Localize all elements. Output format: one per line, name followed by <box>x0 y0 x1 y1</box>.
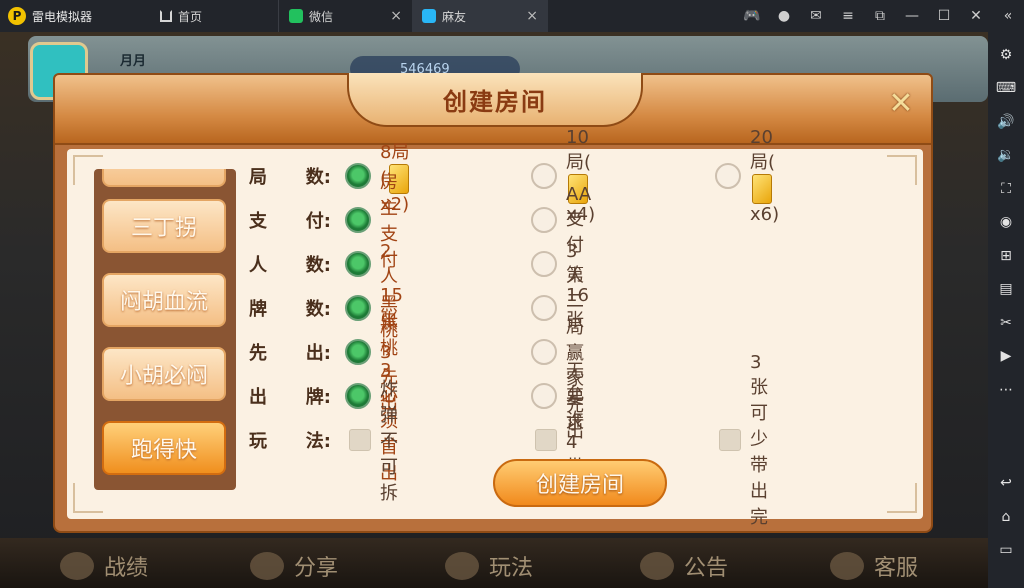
mode-button-xiaohu-bimen[interactable]: 小胡必闷 <box>102 347 226 401</box>
logo-icon: P <box>8 7 26 25</box>
row-label: 出牌: <box>249 387 331 408</box>
nav-label: 玩法 <box>489 556 534 581</box>
nav-label: 客服 <box>874 556 919 581</box>
nav-label: 公告 <box>684 556 729 581</box>
check-bomb-unsplittable[interactable]: 炸弹不可拆 <box>349 375 398 505</box>
settings-icon[interactable]: ⚙ <box>988 38 1024 72</box>
tab-wechat-label: 微信 <box>309 9 334 24</box>
row-label: 人数: <box>249 255 331 276</box>
nav-record[interactable]: 战绩 <box>60 550 148 582</box>
app-name: 雷电模拟器 <box>32 9 93 24</box>
checkbox[interactable] <box>349 429 371 451</box>
record-icon[interactable]: ◉ <box>988 206 1024 240</box>
mail-icon[interactable]: ✉ <box>800 8 832 24</box>
android-home-icon[interactable]: ⌂ <box>988 500 1024 534</box>
title-plate: 创建房间 <box>347 73 643 127</box>
checkbox[interactable] <box>719 429 741 451</box>
screenshot-icon[interactable]: ⛶ <box>988 172 1024 206</box>
account-icon[interactable]: ● <box>768 8 800 24</box>
add-window-icon[interactable]: ⊞ <box>988 239 1024 273</box>
bottom-nav: 战绩 分享 玩法 公告 客服 <box>0 538 988 588</box>
volume-down-icon[interactable]: 🔉 <box>988 139 1024 173</box>
row-label: 玩法: <box>249 431 331 452</box>
gamepad-icon[interactable]: 🎮 <box>736 8 768 24</box>
mode-button-sandingguai[interactable]: 三丁拐 <box>102 199 226 253</box>
keyboard-icon[interactable]: ⌨ <box>988 72 1024 106</box>
tab-mayou[interactable]: 麻友 × <box>412 0 548 32</box>
nav-rules[interactable]: 玩法 <box>445 550 533 582</box>
nav-label: 分享 <box>294 556 339 581</box>
option-20-rounds[interactable]: 20局(x6) <box>715 127 781 225</box>
radio-selected[interactable] <box>345 251 371 277</box>
close-window-icon[interactable]: ✕ <box>960 8 992 24</box>
share-icon <box>250 552 284 580</box>
create-room-dialog: 创建房间 ✕ 三丁拐 闷胡血流 小胡必闷 跑得快 局数: 8局(x2) 10局(… <box>53 73 933 533</box>
dialog-body: 三丁拐 闷胡血流 小胡必闷 跑得快 局数: 8局(x2) 10局(x4) 20局… <box>53 127 933 533</box>
tab-close-icon[interactable]: × <box>526 8 538 24</box>
checkbox[interactable] <box>535 429 557 451</box>
row-label: 局数: <box>249 167 331 188</box>
username: 月月 <box>120 54 147 69</box>
mode-button-menhu-xueliu[interactable]: 闷胡血流 <box>102 273 226 327</box>
dialog-header: 创建房间 ✕ <box>53 73 933 145</box>
collapse-icon[interactable]: « <box>992 8 1024 24</box>
minimize-icon[interactable]: — <box>896 8 928 24</box>
mode-button-paodekuai[interactable]: 跑得快 <box>102 421 226 475</box>
app-logo: P 雷电模拟器 <box>0 0 150 32</box>
tab-wechat[interactable]: 微信 × <box>278 0 412 32</box>
video-icon[interactable]: ▶ <box>988 340 1024 374</box>
row-label: 先出: <box>249 343 331 364</box>
volume-up-icon[interactable]: 🔊 <box>988 105 1024 139</box>
check-3-less-finish[interactable]: 3张可少带出完 <box>719 352 768 529</box>
nav-share[interactable]: 分享 <box>250 550 338 582</box>
menu-icon[interactable]: ≡ <box>832 8 864 24</box>
mayou-icon <box>422 9 436 23</box>
maximize-icon[interactable]: ☐ <box>928 8 960 24</box>
pin-icon[interactable]: ⧉ <box>864 8 896 24</box>
emulator-sidebar: ⚙ ⌨ 🔊 🔉 ⛶ ◉ ⊞ ▤ ✂ ▶ ⋯ ↩ ⌂ ▭ <box>988 32 1024 588</box>
radio-unselected[interactable] <box>531 207 557 233</box>
room-card-icon <box>752 174 772 204</box>
nav-label: 战绩 <box>104 556 149 581</box>
option-2-players[interactable]: 2人 <box>345 241 398 288</box>
emulator-titlebar: P 雷电模拟器 首页 微信 × 麻友 × 🎮 ● ✉ ≡ ⧉ — ☐ ✕ « <box>0 0 1024 32</box>
dialog-title: 创建房间 <box>443 87 547 116</box>
mode-list: 三丁拐 闷胡血流 小胡必闷 跑得快 <box>94 169 236 490</box>
radio-unselected[interactable] <box>715 163 741 189</box>
mail-icon <box>640 552 674 580</box>
options-panel: 三丁拐 闷胡血流 小胡必闷 跑得快 局数: 8局(x2) 10局(x4) 20局… <box>67 127 923 528</box>
row-label: 支付: <box>249 211 331 232</box>
tab-close-icon[interactable]: × <box>390 8 402 24</box>
window-controls: 🎮 ● ✉ ≡ ⧉ — ☐ ✕ « <box>736 0 1024 32</box>
close-icon[interactable]: ✕ <box>883 85 919 121</box>
rules-icon <box>445 552 479 580</box>
tab-home[interactable]: 首页 <box>150 0 278 32</box>
recent-apps-icon[interactable]: ▭ <box>988 534 1024 568</box>
nav-service[interactable]: 客服 <box>830 550 918 582</box>
trophy-icon <box>60 552 94 580</box>
back-icon[interactable]: ↩ <box>988 467 1024 501</box>
tab-mayou-label: 麻友 <box>442 9 467 24</box>
nav-notice[interactable]: 公告 <box>640 550 728 582</box>
tab-home-label: 首页 <box>178 9 203 24</box>
row-label: 牌数: <box>249 299 331 320</box>
create-room-button[interactable]: 创建房间 <box>493 459 667 507</box>
wechat-icon <box>289 9 303 23</box>
apk-icon[interactable]: ▤ <box>988 273 1024 307</box>
home-icon <box>160 10 172 22</box>
radio-selected[interactable] <box>345 207 371 233</box>
more-icon[interactable]: ⋯ <box>988 373 1024 407</box>
headset-icon <box>830 552 864 580</box>
mode-button-hidden[interactable] <box>102 169 226 187</box>
scissors-icon[interactable]: ✂ <box>988 306 1024 340</box>
